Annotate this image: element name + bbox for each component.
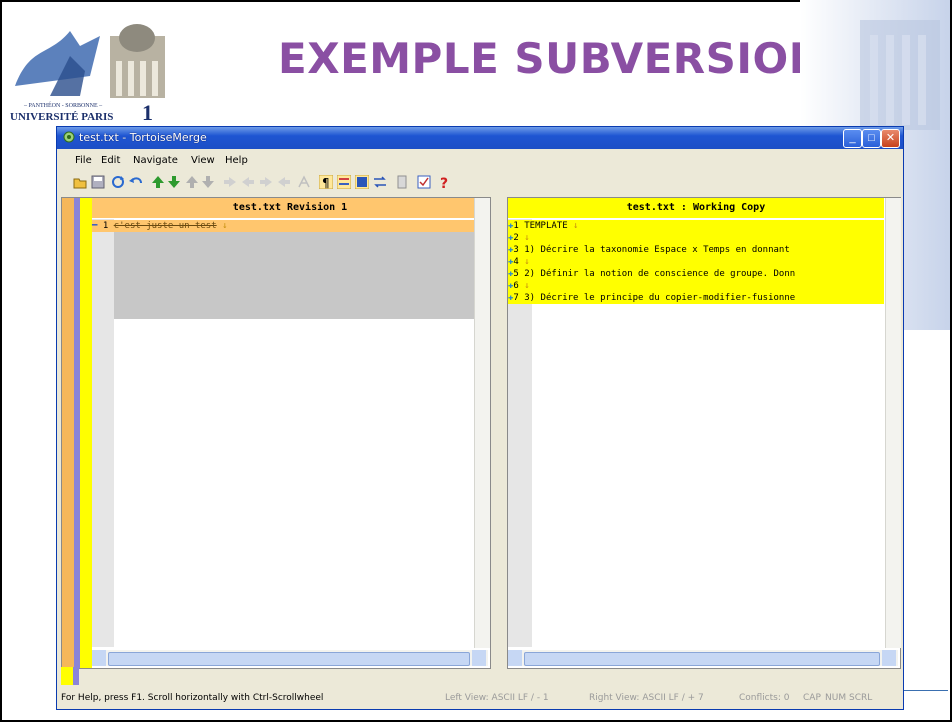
scroll-left-button[interactable]: [92, 650, 106, 666]
line-text: TEMPLATE: [524, 221, 568, 231]
left-location-bar-lower: [62, 318, 74, 668]
right-scroll-thumb[interactable]: [524, 652, 880, 666]
svg-text:1: 1: [142, 100, 153, 120]
menu-view[interactable]: View: [191, 155, 215, 166]
decorative-line: [898, 690, 948, 691]
right-line-3[interactable]: ✚3 1) Décrire la taxonomie Espace x Temp…: [508, 244, 884, 256]
right-line-6[interactable]: ✚6 ↓: [508, 280, 884, 292]
status-num: NUM: [825, 693, 847, 703]
status-scrl: SCRL: [849, 693, 873, 703]
newline-arrow-icon: ↓: [573, 221, 579, 231]
line-number: 5: [513, 269, 519, 279]
left-placeholder-block: [114, 231, 488, 319]
university-logo: – PANTHÉON - SORBONNE – UNIVERSITÉ PARIS…: [10, 16, 170, 120]
bottom-location-strip: [61, 667, 73, 685]
prev-conflict-icon[interactable]: [185, 175, 199, 189]
use-left-first-icon[interactable]: [259, 175, 273, 189]
line-number: 1: [102, 221, 109, 231]
menu-help[interactable]: Help: [225, 155, 248, 166]
status-left-view: Left View: ASCII LF / - 1: [445, 693, 549, 703]
scroll-right-button[interactable]: [472, 650, 486, 666]
use-right-first-icon[interactable]: [277, 175, 291, 189]
svg-text:¶: ¶: [322, 176, 330, 189]
patch-icon[interactable]: [417, 175, 431, 189]
line-number: 2: [513, 233, 519, 243]
left-pane-header: test.txt Revision 1: [92, 198, 488, 218]
use-left-icon[interactable]: [223, 175, 237, 189]
use-right-icon[interactable]: [241, 175, 255, 189]
undo-icon[interactable]: [129, 175, 143, 189]
right-diff-pane: test.txt : Working Copy ✚1 TEMPLATE ↓ ✚2…: [507, 197, 901, 669]
help-icon[interactable]: ?: [437, 175, 451, 189]
left-line-1[interactable]: ━ 1 c'est juste un test ↓: [92, 220, 488, 232]
minimize-button[interactable]: _: [843, 129, 862, 148]
mark-resolved-icon[interactable]: [297, 175, 311, 189]
status-cap: CAP: [803, 693, 821, 703]
svg-text:?: ?: [440, 176, 448, 189]
line-text: 2) Définir la notion de conscience de gr…: [524, 269, 796, 279]
save-icon[interactable]: [91, 175, 105, 189]
status-conflicts: Conflicts: 0: [739, 693, 790, 703]
line-text: 1) Décrire la taxonomie Espace x Temps e…: [524, 245, 790, 255]
next-diff-icon[interactable]: [167, 175, 181, 189]
right-line-7[interactable]: ✚7 3) Décrire le principe du copier-modi…: [508, 292, 884, 304]
newline-arrow-icon: ↓: [524, 281, 530, 291]
status-right-view: Right View: ASCII LF / + 7: [589, 693, 704, 703]
one-pane-icon[interactable]: [355, 175, 369, 189]
line-text: 3) Décrire le principe du copier-modifie…: [524, 293, 796, 303]
window-title: test.txt - TortoiseMerge: [79, 131, 207, 144]
right-line-1[interactable]: ✚1 TEMPLATE ↓: [508, 220, 884, 232]
line-diff-icon[interactable]: [395, 175, 409, 189]
maximize-button[interactable]: □: [862, 129, 881, 148]
right-vertical-scrollbar[interactable]: [885, 198, 901, 648]
line-number: 3: [513, 245, 519, 255]
menu-edit[interactable]: Edit: [101, 155, 120, 166]
line-number: 7: [513, 293, 519, 303]
reload-icon[interactable]: [111, 175, 125, 189]
whitespace-icon[interactable]: ¶: [319, 175, 333, 189]
svg-text:UNIVERSITÉ PARIS: UNIVERSITÉ PARIS: [10, 111, 113, 120]
inline-diff-icon[interactable]: [337, 175, 351, 189]
status-bar: For Help, press F1. Scroll horizontally …: [57, 687, 903, 709]
menu-navigate[interactable]: Navigate: [133, 155, 178, 166]
scroll-left-button[interactable]: [508, 650, 522, 666]
right-pane-header: test.txt : Working Copy: [508, 198, 884, 218]
right-line-4[interactable]: ✚4 ↓: [508, 256, 884, 268]
svg-text:– PANTHÉON - SORBONNE –: – PANTHÉON - SORBONNE –: [23, 101, 103, 109]
left-vertical-scrollbar[interactable]: [474, 198, 490, 648]
minus-icon: ━: [92, 221, 98, 231]
right-location-marker-strip: [80, 198, 92, 668]
left-diff-pane: test.txt Revision 1 ━ 1 c'est juste un t…: [61, 197, 491, 669]
right-line-2[interactable]: ✚2 ↓: [508, 232, 884, 244]
scroll-right-button[interactable]: [882, 650, 896, 666]
next-conflict-icon[interactable]: [201, 175, 215, 189]
switch-icon[interactable]: [373, 175, 387, 189]
bottom-marker-strip: [73, 667, 79, 685]
status-help-text: For Help, press F1. Scroll horizontally …: [61, 693, 324, 703]
left-gutter: [92, 219, 114, 647]
window-titlebar[interactable]: test.txt - TortoiseMerge _ □ ✕: [57, 127, 903, 149]
tortoisemerge-window: test.txt - TortoiseMerge _ □ ✕ File Edit…: [56, 126, 904, 710]
line-number: 4: [513, 257, 519, 267]
newline-arrow-icon: ↓: [222, 221, 228, 231]
line-text: c'est juste un test: [113, 221, 217, 231]
newline-arrow-icon: ↓: [524, 233, 530, 243]
newline-arrow-icon: ↓: [524, 257, 530, 267]
close-button[interactable]: ✕: [881, 129, 900, 148]
right-horizontal-scrollbar[interactable]: [508, 650, 898, 666]
left-horizontal-scrollbar[interactable]: [92, 650, 488, 666]
line-number: 1: [513, 221, 519, 231]
right-line-5[interactable]: ✚5 2) Définir la notion de conscience de…: [508, 268, 884, 280]
toolbar: ¶ ?: [57, 173, 903, 193]
line-number: 6: [513, 281, 519, 291]
menu-file[interactable]: File: [75, 155, 92, 166]
menubar: File Edit Navigate View Help: [57, 153, 903, 171]
tortoise-app-icon: [63, 131, 75, 143]
open-icon[interactable]: [73, 175, 87, 189]
slide-title: EXEMPLE SUBVERSION: [278, 34, 825, 83]
left-scroll-thumb[interactable]: [108, 652, 470, 666]
prev-diff-icon[interactable]: [151, 175, 165, 189]
